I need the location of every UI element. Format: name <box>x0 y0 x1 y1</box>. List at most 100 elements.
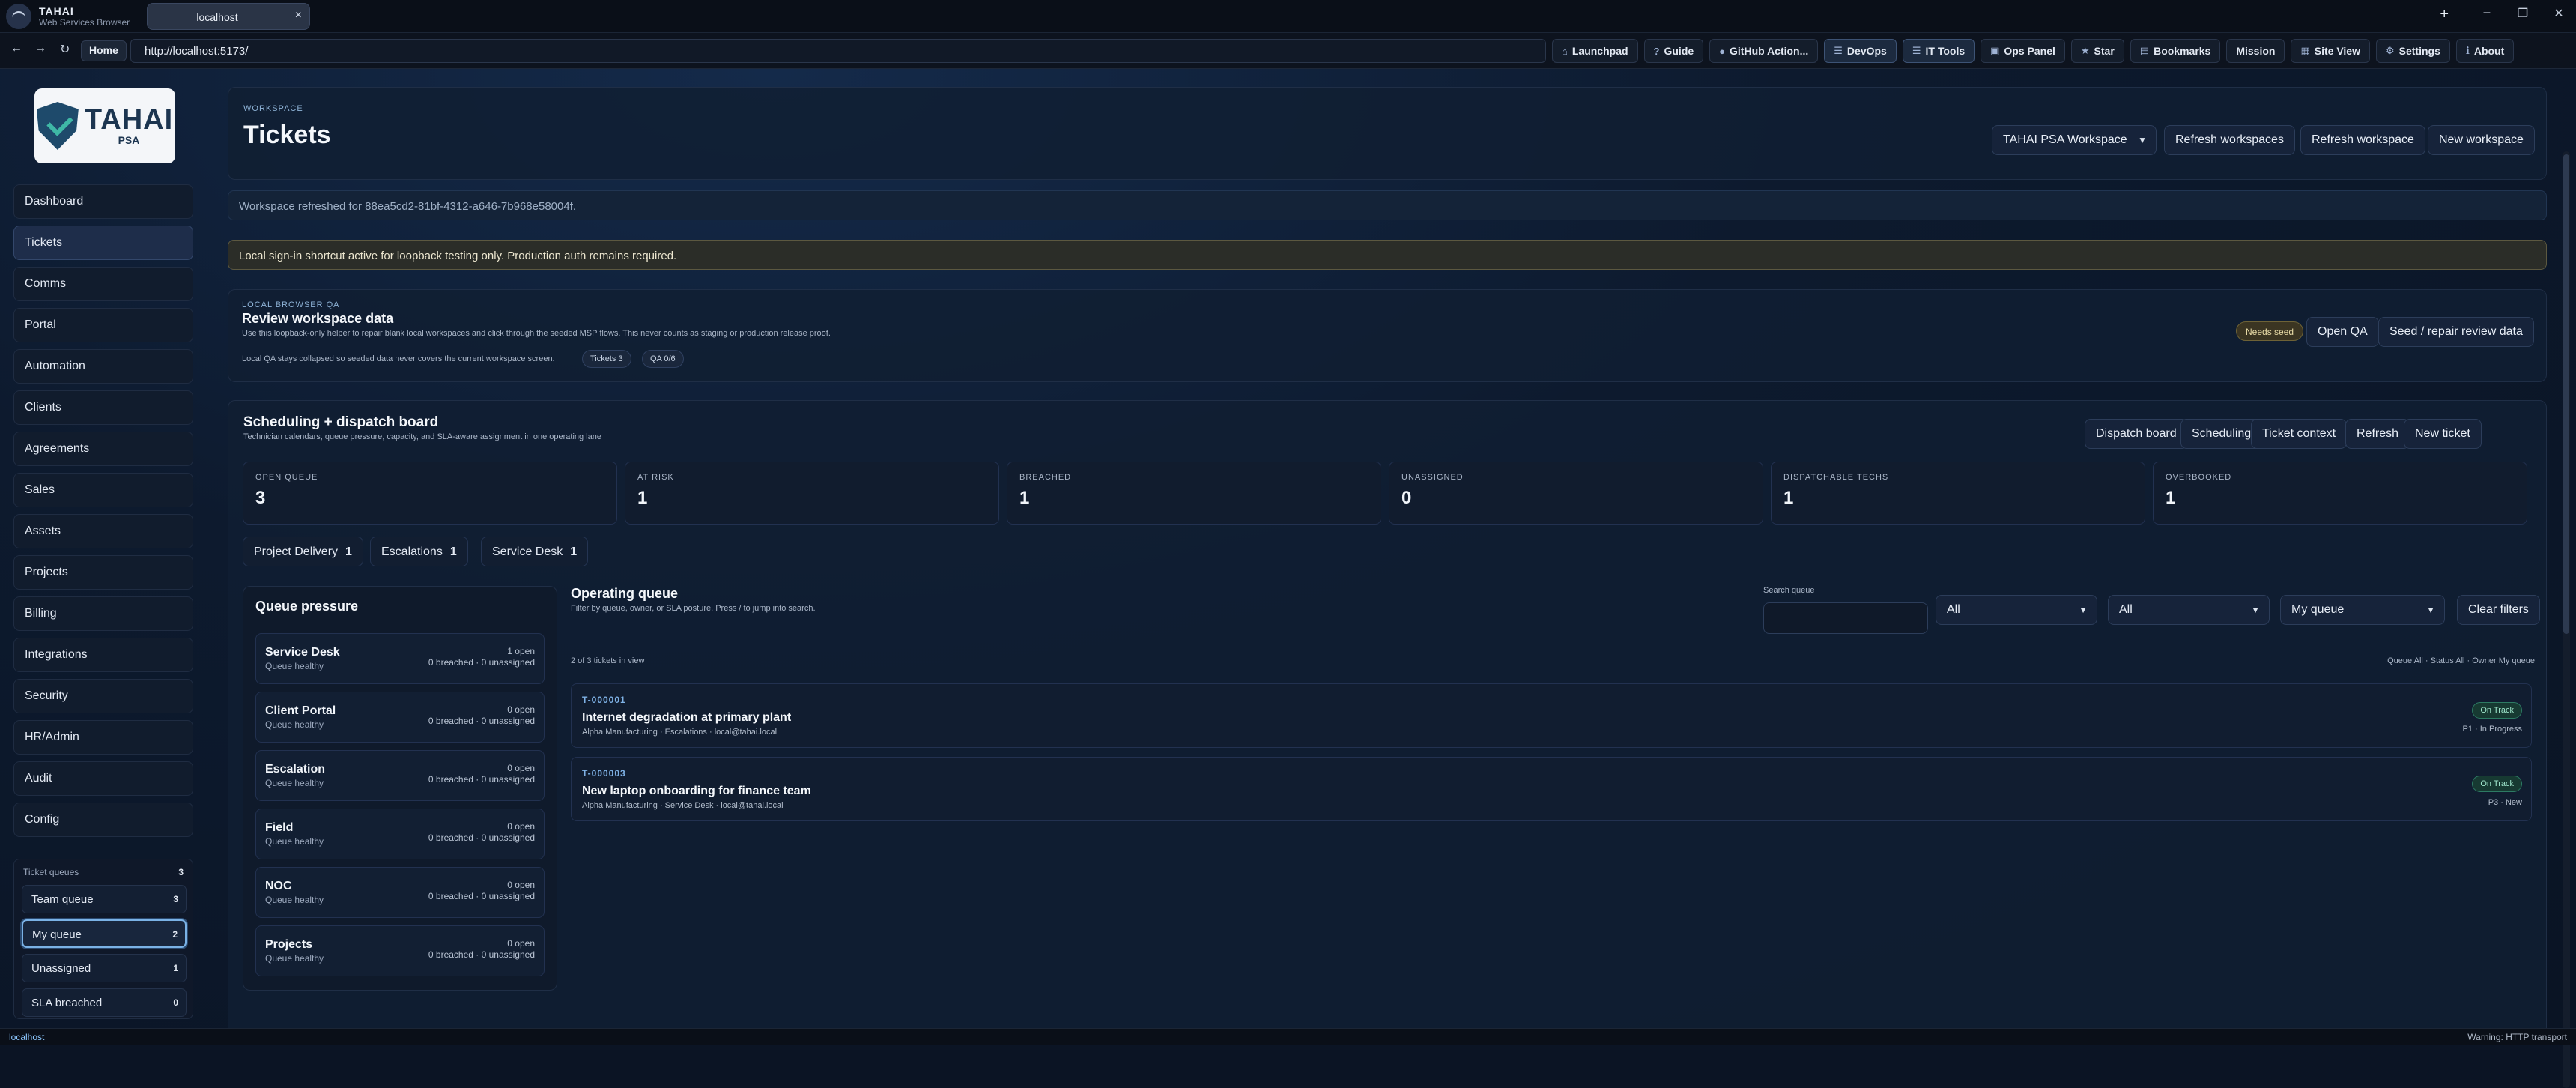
page-scrollbar[interactable] <box>2563 151 2570 1088</box>
pressure-item-escalation[interactable]: Escalation Queue healthy 0 open 0 breached … <box>255 750 545 801</box>
sidebar-item-agreements[interactable]: Agreements <box>13 432 193 466</box>
queue-item-my-queue[interactable]: My queue 2 <box>22 919 187 948</box>
sidebar-item-sales[interactable]: Sales <box>13 473 193 507</box>
queue-count: 1 <box>173 963 178 973</box>
minimize-icon[interactable]: – <box>2480 6 2494 21</box>
seed-repair-button[interactable]: Seed / repair review data <box>2378 317 2534 347</box>
stat-label: UNASSIGNED <box>1401 473 1464 482</box>
clear-filters-button[interactable]: Clear filters <box>2457 595 2540 625</box>
refresh-workspace-button[interactable]: Refresh workspace <box>2300 125 2425 155</box>
ticket-row[interactable]: T-000003 New laptop onboarding for financ… <box>571 757 2532 821</box>
queue-chip-service-desk[interactable]: Service Desk 1 <box>481 537 589 566</box>
ticket-title[interactable]: New laptop onboarding for finance team <box>582 785 811 798</box>
stat-label: BREACHED <box>1019 473 1072 482</box>
signin-notice: Local sign-in shortcut active for loopba… <box>228 240 2547 270</box>
scheduling-button[interactable]: Scheduling <box>2180 419 2263 449</box>
queue-item-unassigned[interactable]: Unassigned 1 <box>22 954 187 982</box>
refresh-workspaces-button[interactable]: Refresh workspaces <box>2164 125 2295 155</box>
browser-brand: TAHAI Web Services Browser <box>6 3 130 30</box>
maximize-icon[interactable]: ❐ <box>2516 6 2530 21</box>
sidebar-item-tickets[interactable]: Tickets <box>13 226 193 260</box>
scrollbar-thumb[interactable] <box>2563 154 2569 634</box>
star-icon: ★ <box>2080 45 2090 56</box>
search-queue-input[interactable] <box>1763 602 1928 634</box>
toolbar-ops-panel-button[interactable]: ▣ Ops Panel <box>1981 39 2065 63</box>
toolbar-label: Guide <box>1664 45 1694 57</box>
sidebar-item-security[interactable]: Security <box>13 679 193 713</box>
browser-brand-sub: Web Services Browser <box>39 17 130 28</box>
tahai-psa-logo[interactable]: TAHAI PSA <box>34 88 175 163</box>
toolbar-bookmarks-button[interactable]: ▤ Bookmarks <box>2130 39 2221 63</box>
pressure-item-client-portal[interactable]: Client Portal Queue healthy 0 open 0 breach… <box>255 692 545 743</box>
sidebar-item-comms[interactable]: Comms <box>13 267 193 301</box>
address-bar[interactable]: http://localhost:5173/ <box>130 39 1546 63</box>
ticket-id[interactable]: T-000003 <box>582 768 626 779</box>
toolbar-settings-button[interactable]: ⚙ Settings <box>2375 39 2450 63</box>
pressure-item-service-desk[interactable]: Service Desk Queue healthy 1 open 0 breache… <box>255 633 545 684</box>
toolbar-label: About <box>2473 45 2505 57</box>
sidebar-item-projects[interactable]: Projects <box>13 555 193 590</box>
queue-chip-escalations[interactable]: Escalations 1 <box>370 537 468 566</box>
toolbar-star-button[interactable]: ★ Star <box>2070 39 2124 63</box>
sidebar-item-billing[interactable]: Billing <box>13 596 193 631</box>
stat-value: 1 <box>637 488 648 508</box>
toolbar-about-button[interactable]: ℹ About <box>2455 39 2515 63</box>
toolbar-label: Mission <box>2236 45 2276 57</box>
sidebar-item-hr-admin[interactable]: HR/Admin <box>13 720 193 755</box>
ticket-id[interactable]: T-000001 <box>582 695 626 705</box>
ticket-row[interactable]: T-000001 Internet degradation at primary … <box>571 683 2532 748</box>
pressure-open-count: 0 open <box>507 821 535 832</box>
toolbar-site-view-button[interactable]: ▦ Site View <box>2291 39 2370 63</box>
dispatch-board-button[interactable]: Dispatch board <box>2085 419 2188 449</box>
browser-tab[interactable]: localhost × <box>147 3 310 30</box>
needs-seed-badge: Needs seed <box>2236 321 2304 341</box>
new-tab-icon[interactable]: + <box>2440 6 2449 23</box>
sidebar-item-dashboard[interactable]: Dashboard <box>13 184 193 219</box>
sidebar-item-assets[interactable]: Assets <box>13 514 193 548</box>
queue-item-sla-breached[interactable]: SLA breached 0 <box>22 988 187 1017</box>
open-qa-button[interactable]: Open QA <box>2306 317 2379 347</box>
stat-label: DISPATCHABLE TECHS <box>1783 473 1889 482</box>
refresh-button[interactable]: Refresh <box>2345 419 2410 449</box>
new-ticket-button[interactable]: New ticket <box>2404 419 2482 449</box>
ticket-context-button[interactable]: Ticket context <box>2251 419 2348 449</box>
forward-icon[interactable]: → <box>34 42 46 55</box>
close-icon[interactable]: × <box>295 9 302 22</box>
sidebar-item-config[interactable]: Config <box>13 803 193 837</box>
qa-description: Use this loopback-only helper to repair … <box>242 329 831 338</box>
stat-value: 1 <box>1019 488 1030 508</box>
queue-filter-select[interactable]: All ▼ <box>1936 595 2097 625</box>
toolbar-devops-button[interactable]: ☰ DevOps <box>1824 39 1897 63</box>
status-filter-select[interactable]: All ▼ <box>2108 595 2270 625</box>
sidebar-item-portal[interactable]: Portal <box>13 308 193 342</box>
sidebar-item-clients[interactable]: Clients <box>13 390 193 425</box>
toolbar-github-action-button[interactable]: ● GitHub Action... <box>1709 39 1819 63</box>
queue-chip-project-delivery[interactable]: Project Delivery 1 <box>243 537 363 566</box>
sidebar-item-audit[interactable]: Audit <box>13 761 193 796</box>
pressure-item-field[interactable]: Field Queue healthy 0 open 0 breached · 0 u… <box>255 809 545 859</box>
sidebar-item-automation[interactable]: Automation <box>13 349 193 384</box>
browser-logo-icon <box>6 4 31 29</box>
sidebar-item-integrations[interactable]: Integrations <box>13 638 193 672</box>
reload-icon[interactable]: ↻ <box>60 42 70 57</box>
owner-filter-select[interactable]: My queue ▼ <box>2280 595 2445 625</box>
stat-value: 0 <box>1401 488 1412 508</box>
pressure-item-projects[interactable]: Projects Queue healthy 0 open 0 breached · … <box>255 925 545 976</box>
back-icon[interactable]: ← <box>10 42 22 55</box>
window-close-icon[interactable]: ✕ <box>2552 6 2566 21</box>
new-workspace-button[interactable]: New workspace <box>2428 125 2535 155</box>
queue-item-team-queue[interactable]: Team queue 3 <box>22 885 187 913</box>
toolbar-mission-button[interactable]: Mission <box>2226 39 2285 63</box>
queue-count: 0 <box>173 997 178 1008</box>
toolbar-it-tools-button[interactable]: ☰ IT Tools <box>1902 39 1975 63</box>
toolbar-launchpad-button[interactable]: ⌂ Launchpad <box>1552 39 1638 63</box>
home-button[interactable]: Home <box>81 40 127 61</box>
ticket-meta: Alpha Manufacturing · Escalations · loca… <box>582 728 778 737</box>
status-filter-value: All <box>2119 603 2133 616</box>
sla-status-badge: On Track <box>2472 702 2522 719</box>
workspace-select[interactable]: TAHAI PSA Workspace ▼ <box>1992 125 2157 155</box>
ticket-title[interactable]: Internet degradation at primary plant <box>582 711 791 725</box>
chevron-down-icon: ▼ <box>2251 605 2260 615</box>
pressure-item-noc[interactable]: NOC Queue healthy 0 open 0 breached · 0 una… <box>255 867 545 918</box>
toolbar-guide-button[interactable]: ? Guide <box>1643 39 1704 63</box>
